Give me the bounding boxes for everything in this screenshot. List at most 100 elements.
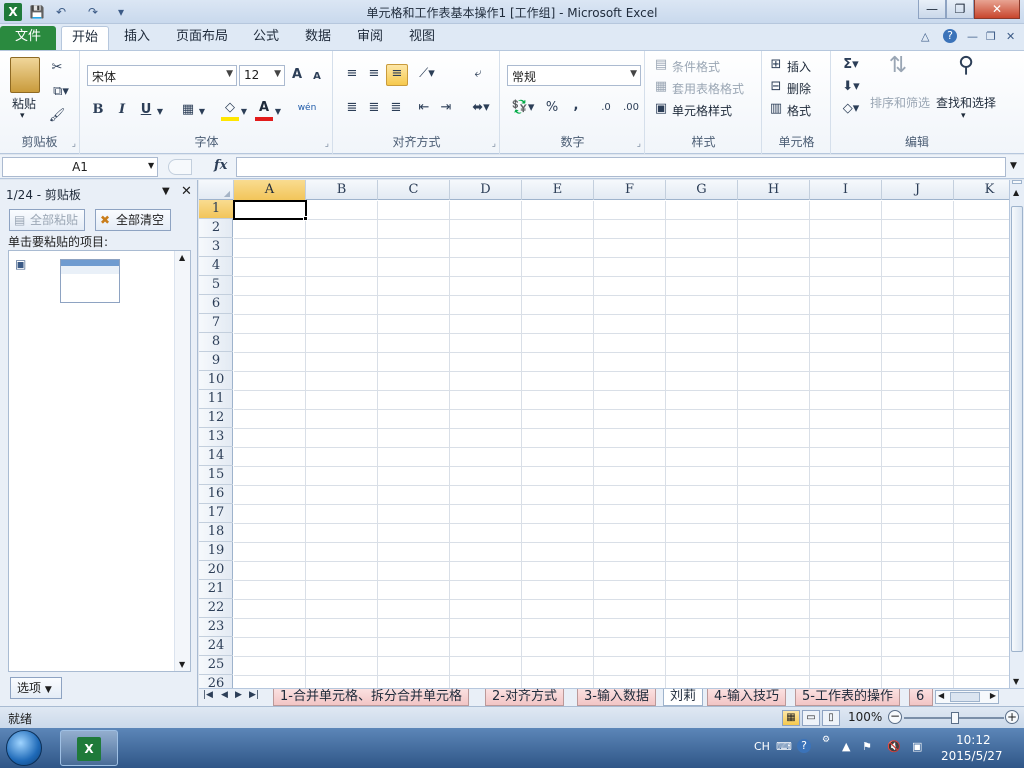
- underline-button[interactable]: U: [137, 101, 155, 119]
- first-sheet-icon[interactable]: |◀: [203, 690, 213, 700]
- font-name-combo[interactable]: 宋体 ▼: [87, 65, 237, 86]
- grow-font-icon[interactable]: A: [289, 66, 305, 84]
- worksheet-grid[interactable]: ◢ ABCDEFGHIJK 1 2 3 4 5 6 7 8 9 10 11 12 13 14 15 16 17 1…: [199, 180, 1009, 688]
- row-header[interactable]: 1: [199, 200, 233, 219]
- fill-color-icon[interactable]: ◇: [221, 99, 239, 121]
- row-header[interactable]: 21: [199, 580, 233, 599]
- zoom-slider-knob[interactable]: [951, 712, 959, 724]
- align-left-icon[interactable]: ≣: [342, 99, 362, 117]
- fill-icon[interactable]: ⬇▾: [838, 78, 864, 96]
- phonetic-guide-icon[interactable]: wén: [295, 99, 319, 117]
- formula-bar-grip-icon[interactable]: [168, 159, 192, 175]
- align-center-icon[interactable]: ≣: [364, 99, 384, 117]
- row-header[interactable]: 18: [199, 523, 233, 542]
- scroll-right-icon[interactable]: ▶: [990, 691, 996, 700]
- tab-insert[interactable]: 插入: [116, 26, 158, 50]
- font-size-combo[interactable]: 12 ▼: [239, 65, 285, 86]
- clock-time[interactable]: 10:12: [956, 733, 991, 747]
- chevron-down-icon[interactable]: ▼: [239, 103, 249, 121]
- column-header[interactable]: I: [810, 180, 882, 200]
- pane-scrollbar[interactable]: ▲ ▼: [174, 251, 190, 671]
- flag-icon[interactable]: ⚑: [862, 740, 872, 753]
- zoom-out-button[interactable]: −: [888, 710, 902, 724]
- insert-cells-icon[interactable]: ⊞: [767, 56, 785, 74]
- prev-sheet-icon[interactable]: ◀: [221, 690, 228, 700]
- orientation-icon[interactable]: ⟋▾: [414, 65, 440, 83]
- vertical-scroll-thumb[interactable]: [1011, 206, 1023, 652]
- comma-style-button[interactable]: ,: [567, 97, 585, 115]
- decrease-indent-icon[interactable]: ⇤: [414, 99, 434, 117]
- chevron-down-icon[interactable]: ▼: [148, 161, 154, 170]
- clipboard-launcher-icon[interactable]: ⌟: [72, 139, 76, 149]
- copy-icon[interactable]: ⧉▾: [48, 83, 74, 101]
- chevron-down-icon[interactable]: ▼: [155, 103, 165, 121]
- column-header[interactable]: H: [738, 180, 810, 200]
- tab-home[interactable]: 开始: [61, 26, 109, 50]
- cell-styles-icon[interactable]: ▣: [652, 100, 670, 118]
- column-header[interactable]: E: [522, 180, 594, 200]
- last-sheet-icon[interactable]: ▶|: [249, 690, 259, 700]
- pane-options-icon[interactable]: ▼: [162, 186, 170, 197]
- row-header[interactable]: 22: [199, 599, 233, 618]
- restore-button[interactable]: ❐: [946, 0, 974, 19]
- percent-style-button[interactable]: %: [543, 99, 561, 117]
- row-header[interactable]: 2: [199, 219, 233, 238]
- minimize-ribbon-icon[interactable]: △: [921, 30, 929, 43]
- accounting-format-icon[interactable]: 💱▾: [509, 99, 537, 117]
- delete-cells-button[interactable]: 删除: [787, 80, 811, 97]
- row-header[interactable]: 19: [199, 542, 233, 561]
- show-hidden-icons-icon[interactable]: ▲: [842, 740, 850, 753]
- active-cell[interactable]: [233, 200, 307, 220]
- cut-icon[interactable]: ✂: [48, 59, 66, 77]
- tab-page-layout[interactable]: 页面布局: [170, 26, 234, 50]
- column-header[interactable]: B: [306, 180, 378, 200]
- paste-dropdown-icon[interactable]: ▾: [20, 111, 25, 121]
- row-header[interactable]: 14: [199, 447, 233, 466]
- clear-icon[interactable]: ◇▾: [838, 100, 864, 118]
- tab-view[interactable]: 视图: [402, 26, 442, 50]
- insert-cells-button[interactable]: 插入: [787, 58, 811, 75]
- row-header[interactable]: 10: [199, 371, 233, 390]
- format-cells-icon[interactable]: ▥: [767, 100, 785, 118]
- page-break-view-icon[interactable]: ▯: [822, 710, 840, 726]
- tab-formulas[interactable]: 公式: [246, 26, 286, 50]
- doc-close-icon[interactable]: ✕: [1006, 30, 1015, 43]
- sheet-tab-5[interactable]: 4-输入技巧: [707, 689, 786, 706]
- help-icon[interactable]: ?: [797, 739, 811, 753]
- align-middle-icon[interactable]: ≡: [364, 65, 384, 83]
- scroll-up-icon[interactable]: ▲: [1013, 188, 1019, 197]
- insert-function-icon[interactable]: fx: [214, 158, 227, 173]
- column-header[interactable]: G: [666, 180, 738, 200]
- normal-view-icon[interactable]: ▦: [782, 710, 800, 726]
- align-bottom-icon[interactable]: ≡: [386, 64, 408, 86]
- wrap-text-icon[interactable]: ⤶: [468, 65, 488, 83]
- column-header[interactable]: J: [882, 180, 954, 200]
- chevron-down-icon[interactable]: ▼: [197, 103, 207, 121]
- row-header[interactable]: 24: [199, 637, 233, 656]
- paste-button[interactable]: 粘贴: [12, 95, 36, 112]
- tab-review[interactable]: 审阅: [350, 26, 390, 50]
- row-header[interactable]: 12: [199, 409, 233, 428]
- clipboard-item-thumbnail[interactable]: [60, 259, 120, 303]
- next-sheet-icon[interactable]: ▶: [235, 690, 242, 700]
- format-cells-button[interactable]: 格式: [787, 102, 811, 119]
- increase-decimal-icon[interactable]: .0: [595, 99, 617, 117]
- network-icon[interactable]: ▣: [912, 740, 922, 753]
- column-header[interactable]: A: [234, 180, 306, 200]
- row-header[interactable]: 3: [199, 238, 233, 257]
- sheet-tab-3[interactable]: 3-输入数据: [577, 689, 656, 706]
- find-select-button[interactable]: 查找和选择: [936, 94, 996, 111]
- scroll-down-icon[interactable]: ▼: [179, 660, 185, 669]
- shrink-font-icon[interactable]: A: [309, 68, 325, 86]
- column-header[interactable]: C: [378, 180, 450, 200]
- row-header[interactable]: 17: [199, 504, 233, 523]
- sheet-tab-4[interactable]: 刘莉: [663, 689, 704, 706]
- delete-cells-icon[interactable]: ⊟: [767, 78, 785, 96]
- horizontal-scrollbar[interactable]: ◀ ▶: [935, 690, 999, 704]
- sheet-tab-1[interactable]: 1-合并单元格、拆分合并单元格: [273, 689, 469, 706]
- volume-muted-icon[interactable]: 🔇: [887, 740, 901, 753]
- fill-handle[interactable]: [303, 216, 308, 221]
- input-language[interactable]: CH: [754, 740, 770, 753]
- format-painter-icon[interactable]: 🖌: [48, 107, 66, 125]
- name-box[interactable]: A1: [2, 157, 158, 177]
